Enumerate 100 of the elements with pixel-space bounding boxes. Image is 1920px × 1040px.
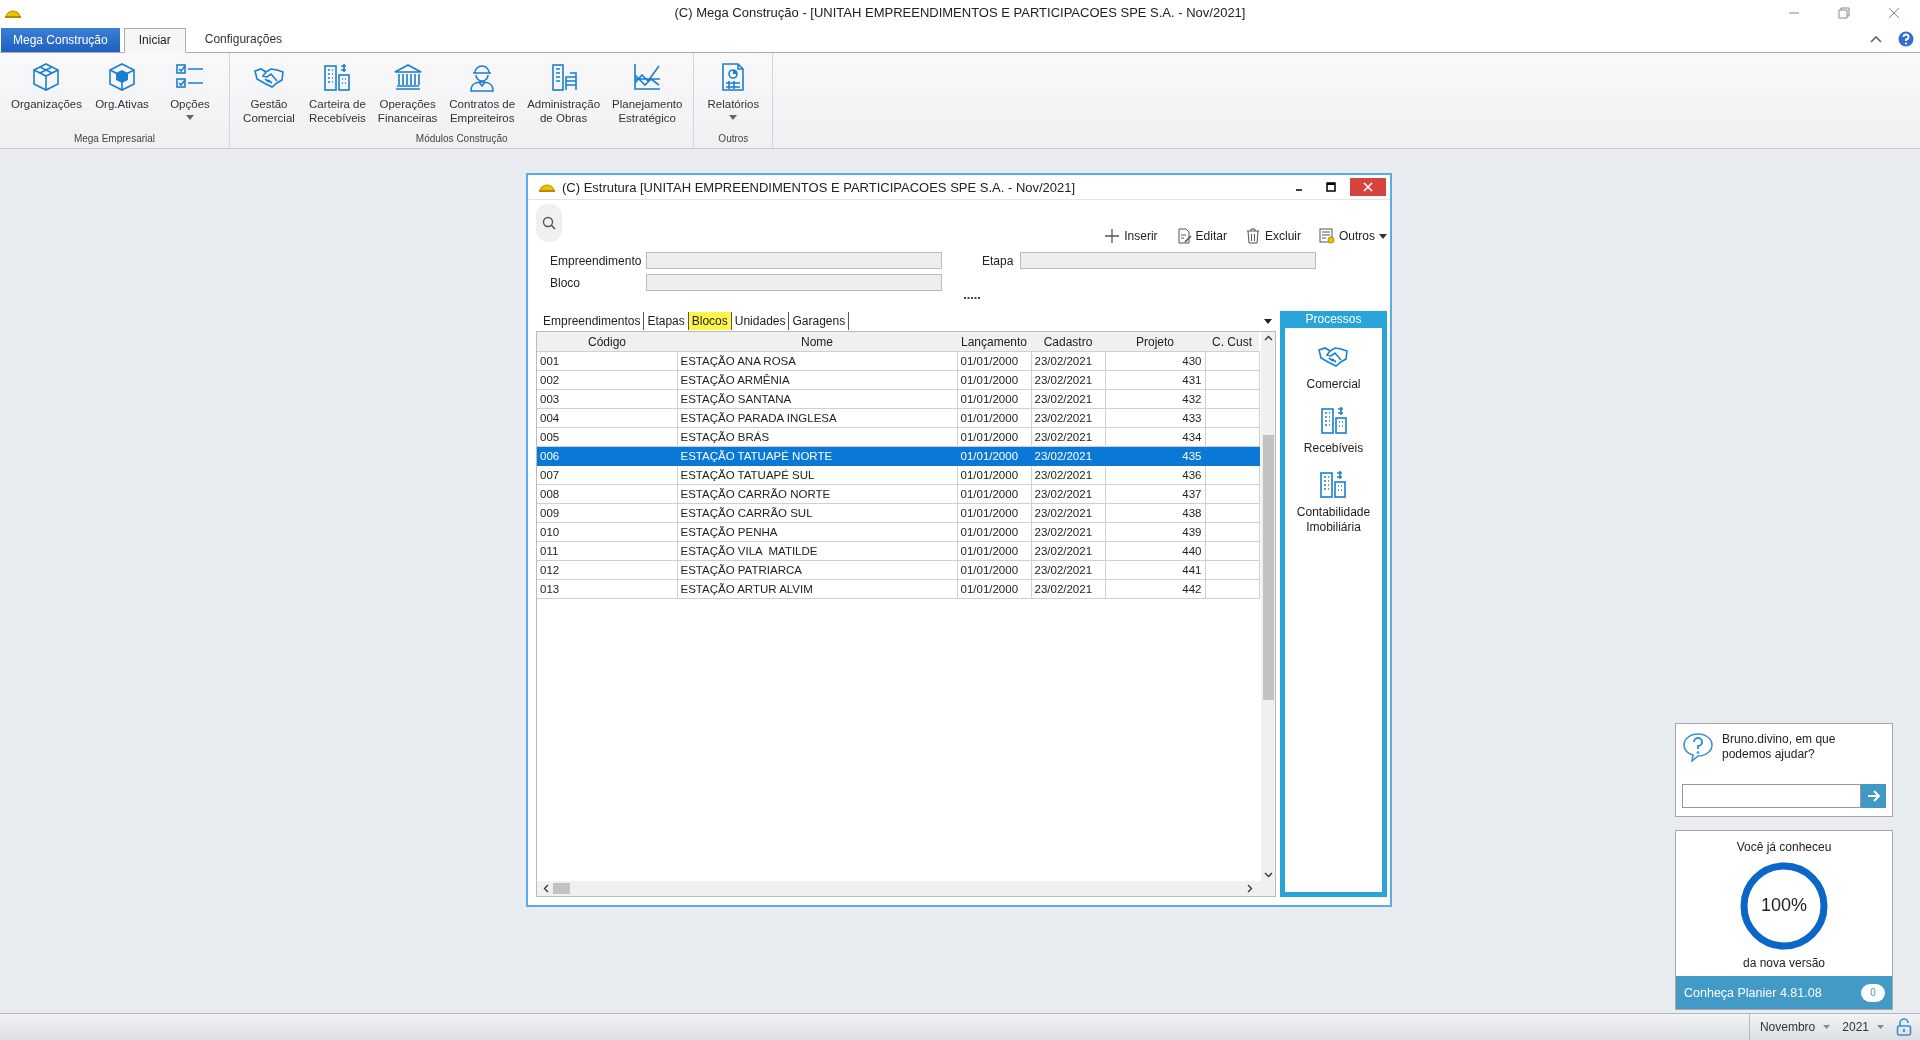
- close-button[interactable]: [1350, 178, 1386, 196]
- toolbar-button[interactable]: Outros: [1319, 228, 1387, 246]
- table-cell[interactable]: 001: [537, 351, 677, 371]
- tab[interactable]: Etapas: [644, 312, 689, 330]
- process-button[interactable]: Comercial: [1306, 340, 1361, 392]
- ribbon-tab[interactable]: Configurações: [189, 27, 298, 52]
- close-icon[interactable]: [1888, 7, 1900, 19]
- help-message: Bruno.divino, em que podemos ajudar?: [1722, 732, 1837, 762]
- table-cell[interactable]: 009: [537, 503, 677, 523]
- dialog-title: (C) Estrutura [UNITAH EMPREENDIMENTOS E PARTICIPACOES SPE S.A. - Nov/2021]: [562, 179, 1076, 195]
- help-icon[interactable]: [1898, 31, 1914, 47]
- window-title: (C) Mega Construção - [UNITAH EMPREENDIMENTOS E PARTICIPACOES SPE S.A. - Nov/2021]: [674, 5, 1246, 20]
- table-cell[interactable]: 007: [537, 465, 677, 485]
- table-cell: ESTAÇÃO VILA MATILDE: [677, 541, 957, 561]
- table-cell: 434: [1105, 427, 1205, 447]
- table-cell[interactable]: 004: [537, 408, 677, 428]
- column-header[interactable]: Cadastro: [1031, 332, 1105, 352]
- group-label: Módulos Construção: [415, 133, 508, 146]
- column-header[interactable]: C. Cust: [1205, 332, 1259, 352]
- table-cell: 23/02/2021: [1031, 579, 1105, 599]
- question-field[interactable]: [1682, 784, 1861, 808]
- process-button[interactable]: Recebíveis: [1303, 404, 1364, 456]
- maximize-icon[interactable]: [1326, 182, 1336, 192]
- ribbon-button[interactable]: Contratos de Empreiteiros: [444, 57, 521, 133]
- version-heading: Você já conheceu: [1736, 840, 1832, 854]
- vertical-scrollbar[interactable]: [1261, 332, 1275, 881]
- table-cell[interactable]: 010: [537, 522, 677, 542]
- app-menu-tab[interactable]: Mega Construção: [1, 28, 120, 52]
- table-cell: 440: [1105, 541, 1205, 561]
- ribbon-button[interactable]: Carteira de Recebíveis: [303, 57, 371, 133]
- ribbon-button[interactable]: Planejamento Estratégico: [607, 57, 688, 133]
- table-cell: 23/02/2021: [1031, 351, 1105, 371]
- tab[interactable]: Garagens: [789, 312, 850, 330]
- scroll-up-icon[interactable]: [1263, 335, 1273, 341]
- version-caption: da nova versão: [1742, 956, 1826, 970]
- collapse-ribbon-icon[interactable]: [1870, 34, 1882, 44]
- lock-icon[interactable]: [1896, 1018, 1912, 1036]
- scroll-down-icon[interactable]: [1263, 872, 1273, 878]
- column-header[interactable]: Lançamento: [957, 332, 1031, 352]
- column-header[interactable]: Nome: [677, 332, 957, 352]
- toolbar-button[interactable]: Editar: [1175, 228, 1227, 246]
- restore-icon[interactable]: [1838, 7, 1850, 19]
- period-dropdown[interactable]: 2021: [1842, 1020, 1884, 1034]
- column-header[interactable]: Código: [537, 332, 677, 352]
- table-cell: 01/01/2000: [957, 465, 1031, 485]
- table-cell: 438: [1105, 503, 1205, 523]
- table-cell: 431: [1105, 370, 1205, 390]
- table-cell: 23/02/2021: [1031, 560, 1105, 580]
- ribbon-button[interactable]: Org.Ativas: [88, 57, 155, 133]
- table-cell[interactable]: 008: [537, 484, 677, 504]
- table-cell: 23/02/2021: [1031, 503, 1105, 523]
- ribbon-button[interactable]: Relatórios: [700, 57, 767, 133]
- send-button[interactable]: [1861, 784, 1886, 808]
- search-button[interactable]: [536, 204, 562, 242]
- horizontal-scrollbar[interactable]: [537, 881, 1275, 896]
- grip-icon[interactable]: [963, 296, 980, 300]
- ribbon-button[interactable]: Administração de Obras: [522, 57, 606, 133]
- table-cell: ESTAÇÃO ARMÊNIA: [677, 370, 957, 390]
- ribbon-tab[interactable]: Iniciar: [123, 28, 186, 53]
- process-button[interactable]: Contabilidade Imobiliária: [1296, 468, 1371, 535]
- trash-icon: [1244, 228, 1261, 244]
- scroll-right-icon[interactable]: [1247, 884, 1253, 893]
- input-field[interactable]: [646, 252, 942, 269]
- table-cell: ESTAÇÃO CARRÃO SUL: [677, 503, 957, 523]
- table-cell: 442: [1105, 579, 1205, 599]
- ribbon-button[interactable]: Gestão Comercial: [235, 57, 302, 133]
- table-cell: 23/02/2021: [1031, 370, 1105, 390]
- input-field[interactable]: [1020, 252, 1316, 269]
- table-cell: ESTAÇÃO ANA ROSA: [677, 351, 957, 371]
- tab[interactable]: Blocos: [688, 312, 732, 330]
- ribbon-button[interactable]: Opções: [156, 57, 223, 133]
- table-cell: 432: [1105, 389, 1205, 409]
- table-cell: ESTAÇÃO ARTUR ALVIM: [677, 579, 957, 599]
- question-bubble-icon: [1682, 732, 1714, 762]
- table-cell[interactable]: 011: [537, 541, 677, 561]
- table-cell: 23/02/2021: [1031, 522, 1105, 542]
- dropdown-arrow-icon[interactable]: [1264, 318, 1272, 324]
- table-cell[interactable]: 003: [537, 389, 677, 409]
- ribbon-button[interactable]: Organizações: [6, 57, 87, 133]
- table-cell[interactable]: 013: [537, 579, 677, 599]
- table-cell[interactable]: 002: [537, 370, 677, 390]
- scroll-thumb[interactable]: [553, 883, 570, 894]
- table-cell[interactable]: 005: [537, 427, 677, 447]
- scroll-thumb[interactable]: [1262, 435, 1274, 700]
- table-cell: ESTAÇÃO PENHA: [677, 522, 957, 542]
- table-cell: ESTAÇÃO PARADA INGLESA: [677, 408, 957, 428]
- table-cell: 430: [1105, 351, 1205, 371]
- scroll-left-icon[interactable]: [543, 884, 549, 893]
- table-cell: 23/02/2021: [1031, 465, 1105, 485]
- column-header[interactable]: Projeto: [1105, 332, 1205, 352]
- input-field[interactable]: [646, 274, 942, 291]
- group-label: Outros: [718, 133, 749, 146]
- ribbon-button[interactable]: Operações Financeiras: [372, 57, 443, 133]
- field-label: Empreendimento: [550, 253, 643, 268]
- toolbar-button[interactable]: Inserir: [1104, 228, 1158, 246]
- toolbar-button[interactable]: Excluir: [1244, 228, 1301, 246]
- period-dropdown[interactable]: Novembro: [1759, 1020, 1831, 1034]
- tab[interactable]: Empreendimentos: [540, 312, 645, 330]
- table-cell[interactable]: 012: [537, 560, 677, 580]
- tab[interactable]: Unidades: [731, 312, 790, 330]
